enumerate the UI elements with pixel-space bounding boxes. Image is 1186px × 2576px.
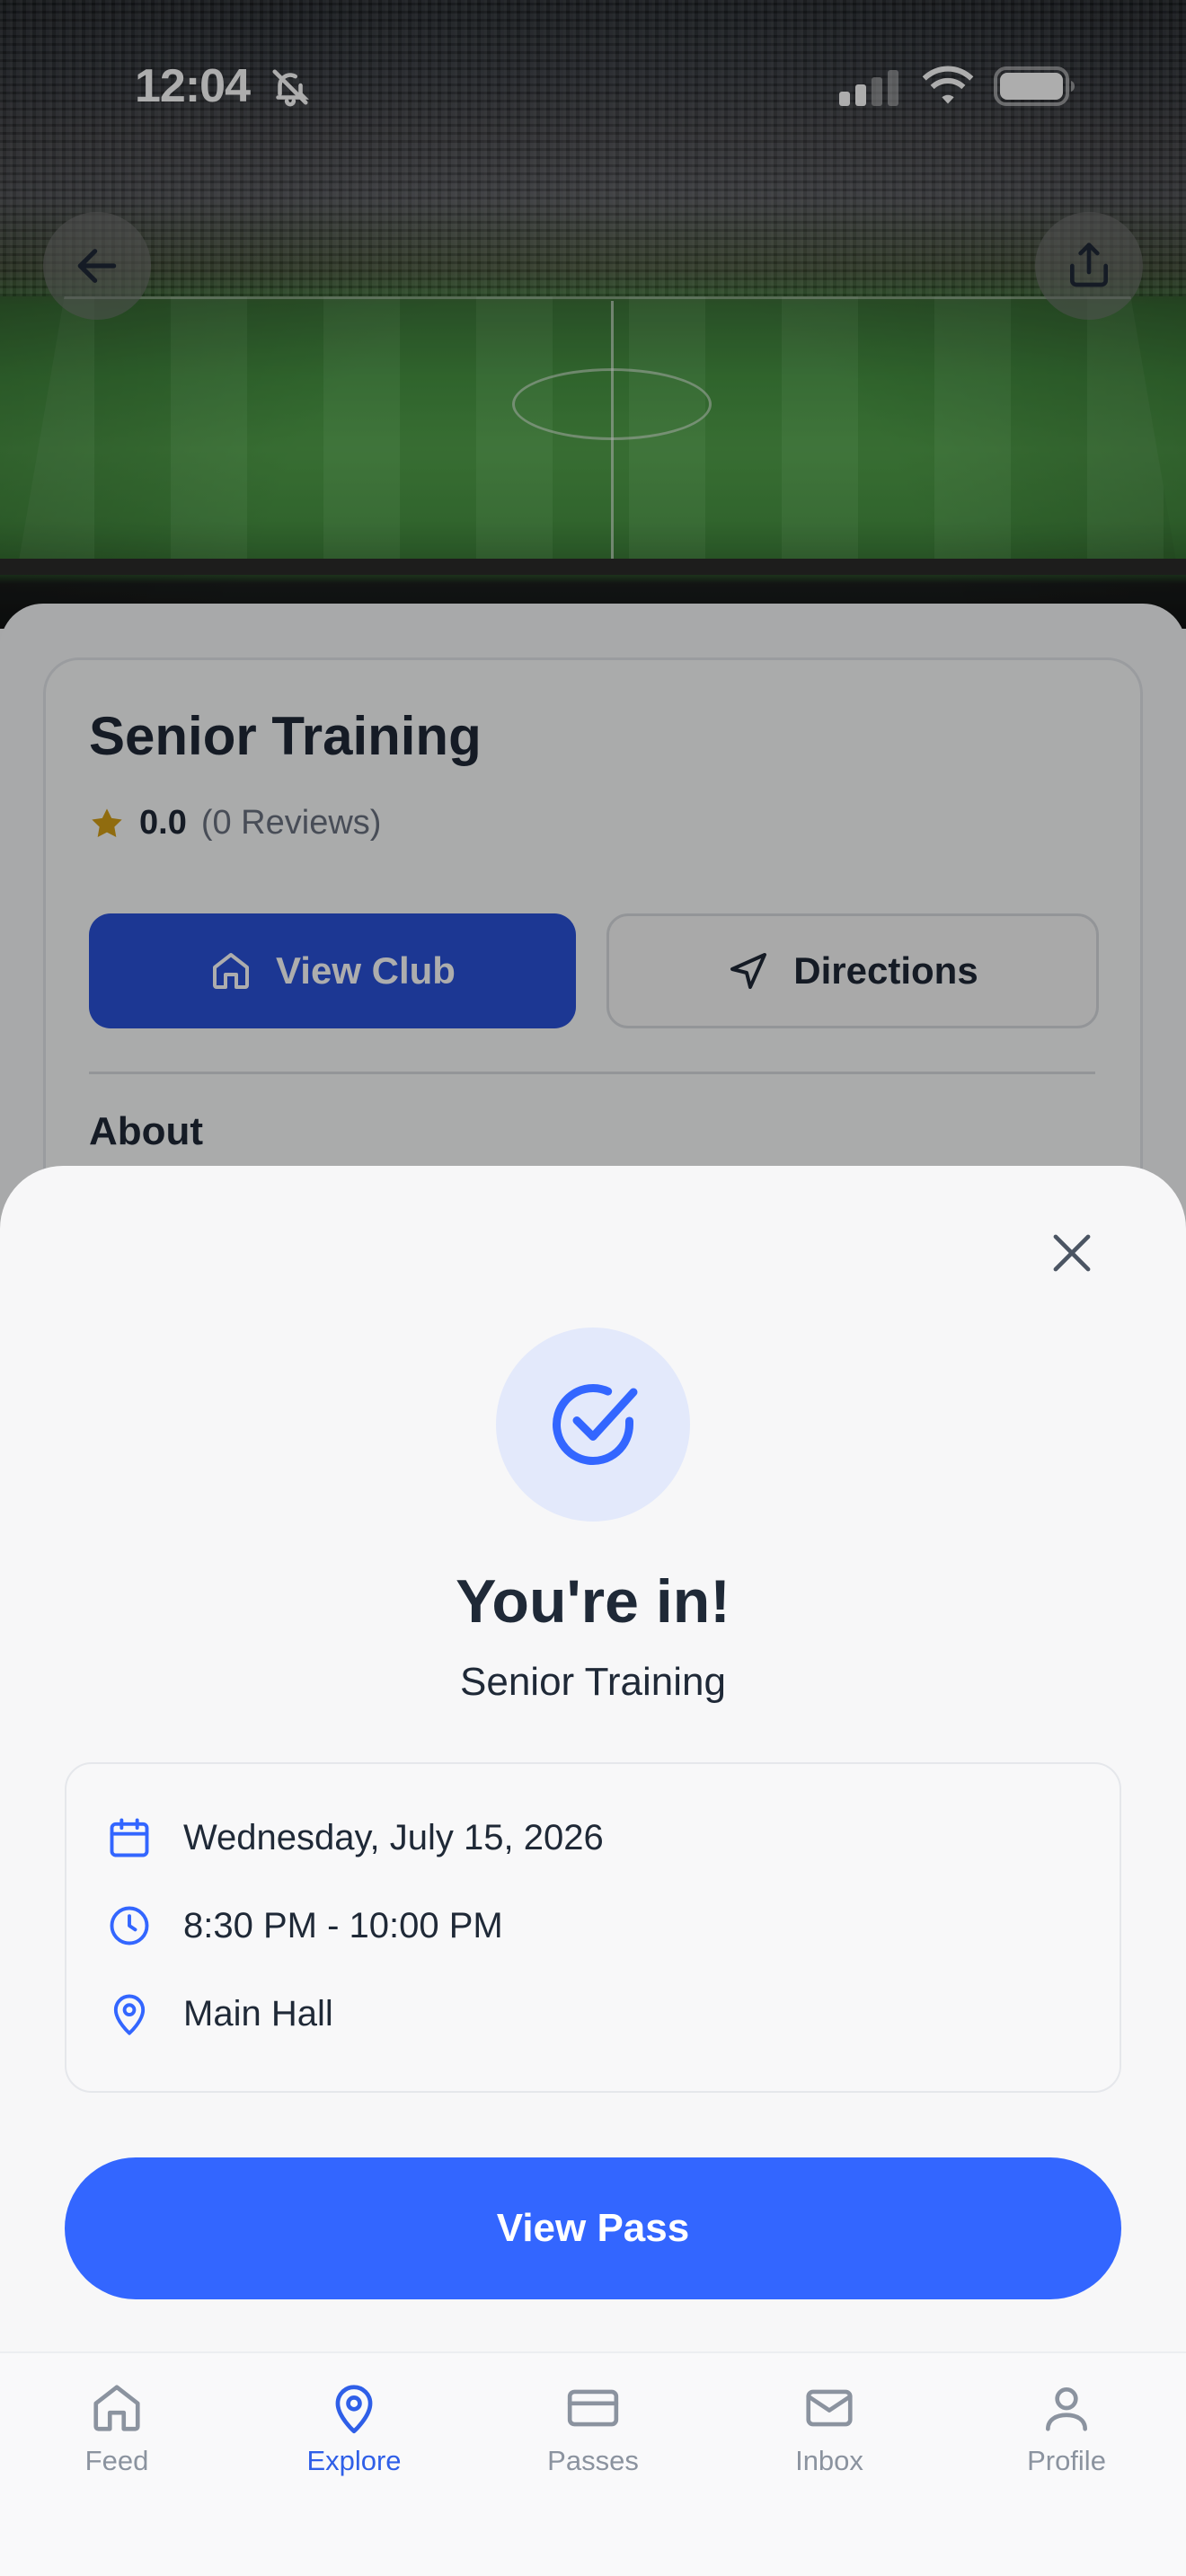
- tab-explore[interactable]: Explore: [264, 2380, 444, 2477]
- clock-icon: [110, 1906, 149, 1945]
- tab-inbox-label: Inbox: [795, 2445, 863, 2476]
- time-row: 8:30 PM - 10:00 PM: [106, 1902, 503, 1949]
- location-row: Main Hall: [106, 1990, 333, 2037]
- map-pin-icon: [335, 2385, 373, 2434]
- date-text: Wednesday, July 15, 2026: [183, 1817, 604, 1857]
- ticket-icon: [567, 2389, 619, 2427]
- location-text: Main Hall: [183, 1993, 333, 2033]
- confirmation-subtitle: Senior Training: [460, 1660, 726, 1704]
- bottom-tab-bar: Feed Explore Passes Inbox Profile: [0, 2351, 1186, 2576]
- map-pin-icon: [113, 1994, 146, 2035]
- user-icon: [1046, 2387, 1087, 2431]
- mail-icon: [806, 2389, 853, 2427]
- confirmation-title: You're in!: [456, 1567, 730, 1636]
- date-row: Wednesday, July 15, 2026: [106, 1814, 604, 1861]
- view-pass-button[interactable]: View Pass: [65, 2157, 1121, 2299]
- tab-feed[interactable]: Feed: [27, 2380, 207, 2477]
- close-icon[interactable]: [1044, 1225, 1100, 1281]
- time-text: 8:30 PM - 10:00 PM: [183, 1905, 503, 1945]
- tab-profile[interactable]: Profile: [977, 2380, 1156, 2477]
- tab-explore-label: Explore: [306, 2445, 402, 2476]
- booking-details-box: Wednesday, July 15, 2026 8:30 PM - 10:00…: [65, 1762, 1121, 2093]
- home-icon: [93, 2385, 140, 2431]
- calendar-icon: [110, 1818, 149, 1857]
- tab-feed-label: Feed: [84, 2445, 149, 2476]
- tab-profile-label: Profile: [1027, 2445, 1106, 2476]
- check-circle-icon: [553, 1384, 638, 1465]
- tab-passes[interactable]: Passes: [503, 2380, 683, 2477]
- success-badge: [496, 1328, 690, 1522]
- tab-passes-label: Passes: [547, 2445, 639, 2476]
- tab-inbox[interactable]: Inbox: [739, 2380, 919, 2477]
